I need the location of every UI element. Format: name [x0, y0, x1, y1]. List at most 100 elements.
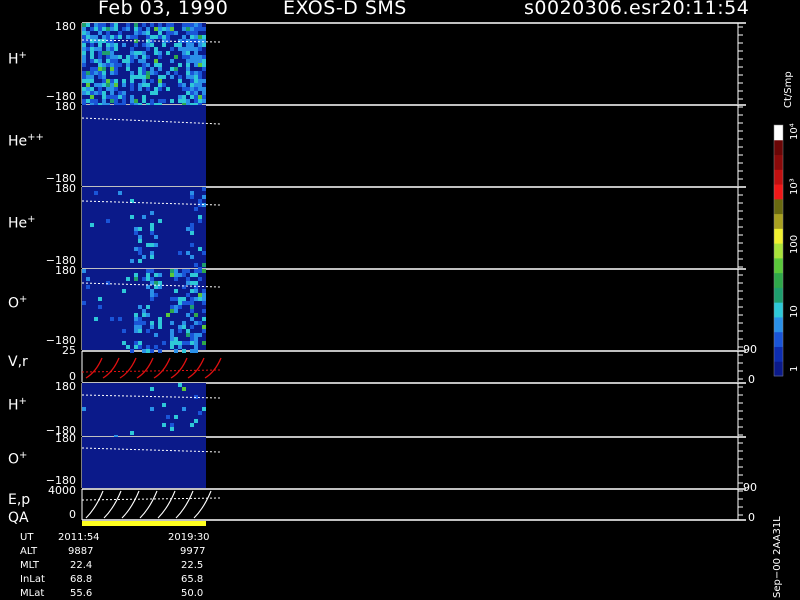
heatmap-cell [170, 333, 174, 337]
heatmap-cell [158, 321, 162, 325]
heatmap-cell [138, 305, 142, 309]
heatmap-cell [98, 71, 102, 75]
heatmap-cell [138, 51, 142, 55]
heatmap-cell [106, 47, 110, 51]
heatmap-cell [150, 35, 154, 39]
heatmap-cell [170, 31, 174, 35]
heatmap-cell [138, 87, 142, 91]
heatmap-cell [158, 99, 162, 103]
heatmap-cell [150, 43, 154, 47]
heatmap-cell [194, 91, 198, 95]
heatmap-cell [126, 345, 130, 349]
heatmap-cell [142, 83, 146, 87]
heatmap-cell [90, 99, 94, 103]
heatmap-cell [158, 219, 162, 223]
heatmap-cell [194, 63, 198, 67]
heatmap-cell [138, 317, 142, 321]
heatmap-cell [198, 99, 202, 103]
heatmap-cell [194, 47, 198, 51]
colorbar-segment [774, 154, 783, 170]
heatmap-cell [198, 87, 202, 91]
right-tick-bottom: 0 [748, 373, 755, 386]
colorbar-label: 100 [789, 234, 800, 254]
heatmap-cell [98, 297, 102, 301]
heatmap-cell [162, 27, 166, 31]
heatmap-cell [182, 95, 186, 99]
heatmap-cell [190, 191, 194, 195]
heatmap-cell [98, 55, 102, 59]
heatmap-cell [174, 43, 178, 47]
heatmap-cell [150, 289, 154, 293]
orbit-value: 2019:30 [168, 532, 210, 543]
heatmap-cell [82, 55, 86, 59]
heatmap-cell [82, 23, 86, 27]
heatmap-cell [130, 215, 134, 219]
heatmap-cell [190, 297, 194, 301]
heatmap-cell [118, 95, 122, 99]
heatmap-cell [186, 87, 190, 91]
heatmap-cell [198, 321, 202, 325]
heatmap-cell [86, 99, 90, 103]
heatmap-cell [162, 43, 166, 47]
heatmap-cell [138, 321, 142, 325]
orbit-row-label: UT [20, 532, 34, 543]
heatmap-cell [150, 407, 154, 411]
heatmap-cell [190, 325, 194, 329]
heatmap-cell [198, 75, 202, 79]
heatmap-cell [154, 59, 158, 63]
heatmap-cell [154, 63, 158, 67]
panel-label-qa: QA [8, 510, 29, 526]
heatmap-cell [202, 251, 206, 255]
heatmap-cell [202, 39, 206, 43]
heatmap-cell [134, 277, 138, 281]
heatmap-cell [142, 55, 146, 59]
heatmap-cell [114, 35, 118, 39]
heatmap-cell [102, 23, 106, 27]
heatmap-cell [158, 349, 162, 353]
heatmap-background [82, 105, 206, 186]
heatmap-cell [198, 47, 202, 51]
heatmap-cell [170, 297, 174, 301]
heatmap-cell [170, 27, 174, 31]
heatmap-cell [102, 39, 106, 43]
heatmap-cell [182, 269, 186, 273]
heatmap-cell [202, 99, 206, 103]
heatmap-cell [82, 63, 86, 67]
heatmap-cell [102, 63, 106, 67]
heatmap-cell [142, 309, 146, 313]
heatmap-cell [134, 273, 138, 277]
heatmap-cell [182, 55, 186, 59]
heatmap-cell [202, 329, 206, 333]
heatmap-cell [110, 55, 114, 59]
heatmap-cell [194, 75, 198, 79]
heatmap-cell [186, 51, 190, 55]
heatmap-cell [106, 31, 110, 35]
heatmap-cell [178, 83, 182, 87]
ep-trace [103, 490, 122, 519]
heatmap-cell [82, 407, 86, 411]
heatmap-cell [110, 27, 114, 31]
heatmap-cell [194, 289, 198, 293]
ep-trace [157, 490, 176, 519]
heatmap-cell [150, 99, 154, 103]
heatmap-cell [114, 43, 118, 47]
heatmap-cell [126, 63, 130, 67]
heatmap-cell [138, 251, 142, 255]
heatmap-cell [198, 333, 202, 337]
heatmap-cell [94, 317, 98, 321]
heatmap-cell [202, 91, 206, 95]
tick-top: 25 [62, 344, 76, 357]
heatmap-cell [166, 23, 170, 27]
heatmap-cell [110, 63, 114, 67]
heatmap-cell [94, 35, 98, 39]
heatmap-cell [106, 59, 110, 63]
heatmap-cell [166, 35, 170, 39]
heatmap-cell [178, 383, 182, 387]
heatmap-cell [102, 99, 106, 103]
heatmap-cell [110, 79, 114, 83]
heatmap-cell [198, 95, 202, 99]
heatmap-cell [110, 35, 114, 39]
heatmap-cell [198, 27, 202, 31]
heatmap-cell [90, 35, 94, 39]
heatmap-cell [190, 47, 194, 51]
